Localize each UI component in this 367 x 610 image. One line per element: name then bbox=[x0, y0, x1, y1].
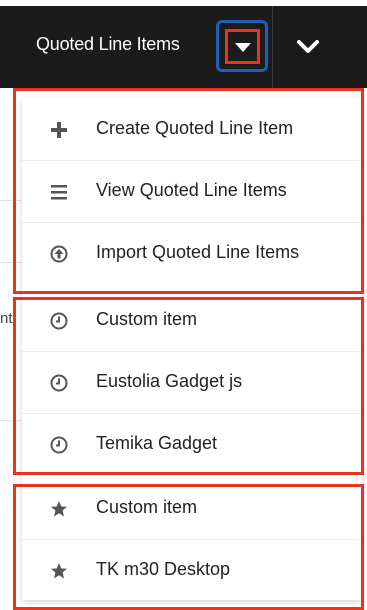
nav-divider bbox=[272, 6, 273, 88]
module-menu-caret-button[interactable] bbox=[225, 29, 260, 64]
module-tab-title[interactable]: Quoted Line Items bbox=[36, 34, 180, 55]
recently-viewed-section-highlight bbox=[13, 297, 364, 475]
favorites-section-highlight bbox=[13, 484, 364, 610]
caret-down-icon bbox=[235, 43, 251, 52]
chevron-down-icon bbox=[297, 40, 319, 53]
actions-section-highlight bbox=[13, 88, 364, 294]
background-text-fragment: nt bbox=[0, 310, 13, 327]
more-modules-button[interactable] bbox=[297, 40, 319, 59]
